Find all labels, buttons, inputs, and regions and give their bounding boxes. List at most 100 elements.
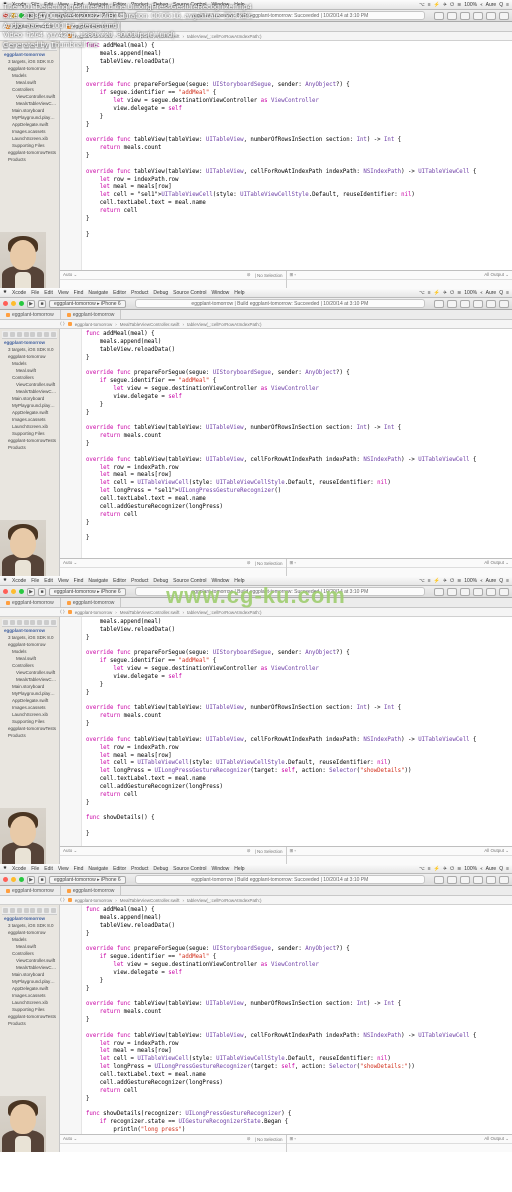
navigator-item[interactable]: 3 targets, iOS SDK 8.0 [2,346,57,353]
navigator-item[interactable]: eggplant-tomorrowTests [2,437,57,444]
navigator-item[interactable]: Controllers [2,374,57,381]
navigator-item[interactable]: AppDelegate.swift [2,409,57,416]
menu-item[interactable]: Navigate [88,290,108,296]
menubar-status-icon[interactable]: ⌥ [419,290,425,296]
menu-item[interactable]: View [58,866,69,872]
navigator-item[interactable]: eggplant-tomorrow [2,641,57,648]
navigator-item[interactable]: ViewController.swift [2,669,57,676]
navigator-item[interactable]: Images.xcassets [2,128,57,135]
navigator-item[interactable]: AppDelegate.swift [2,985,57,992]
menu-item[interactable]: Help [234,866,244,872]
editor-tab[interactable]: eggplant-tomorrow [0,310,61,319]
menu-item[interactable]: Editor [113,866,126,872]
menu-item[interactable]: Find [74,866,84,872]
editor-mode-version-icon[interactable] [460,12,470,20]
menu-item[interactable]: Editor [113,578,126,584]
variables-filter-icon[interactable]: ⊘ [247,1136,251,1142]
navigator-item[interactable]: Models [2,648,57,655]
code-editor[interactable]: func addMeal(meal) { meals.append(meal) … [60,329,512,558]
menubar-status-icon[interactable]: ⚡ [434,578,440,584]
menubar-status-icon[interactable]: ᚜ [480,290,483,296]
menubar-status-icon[interactable]: ⏻ [450,290,454,296]
navigator-item[interactable]: LaunchScreen.xib [2,135,57,142]
navigator-item[interactable]: Meal.swift [2,655,57,662]
stop-button[interactable]: ■ [38,588,46,596]
navigator-item[interactable]: Supporting Files [2,430,57,437]
menubar-status-icon[interactable]: ⚡ [434,2,440,8]
menubar-status-icon[interactable]: ᚜ [480,2,483,8]
editor-mode-standard-icon[interactable] [434,300,444,308]
window-zoom-icon[interactable] [19,301,24,306]
menubar-status-icon[interactable]: Aure [486,2,497,8]
navigator-item[interactable]: ViewController.swift [2,93,57,100]
navigator-item[interactable]: MealsTableViewControll... [2,964,57,971]
menubar-status-icon[interactable]: ≡ [428,2,431,8]
navigator-item[interactable]: Images.xcassets [2,416,57,423]
navigator-item[interactable]: Models [2,360,57,367]
menubar-status-icon[interactable]: ⌥ [419,2,425,8]
navigator-item[interactable]: eggplant-tomorrowTests [2,725,57,732]
menubar-status-icon[interactable]: ✈ [443,290,447,296]
menu-item[interactable]: Edit [44,866,53,872]
stop-button[interactable]: ■ [38,300,46,308]
console-output-selector[interactable]: All Output ⌄ [484,848,509,854]
menubar-status-icon[interactable]: Q [499,2,503,8]
menubar-status-icon[interactable]: ≡ [506,2,509,8]
window-zoom-icon[interactable] [19,589,24,594]
menu-item[interactable]: Help [234,290,244,296]
navigator-item[interactable]: AppDelegate.swift [2,121,57,128]
menubar-status-icon[interactable]: ≡ [428,578,431,584]
navigator-item[interactable]: eggplant-tomorrow [2,627,57,634]
toggle-utilities-icon[interactable] [499,12,509,20]
toggle-utilities-icon[interactable] [499,876,509,884]
navigator-item[interactable]: eggplant-tomorrow [2,929,57,936]
toggle-debug-icon[interactable] [486,588,496,596]
menu-item[interactable]: Debug [153,866,168,872]
menu-item[interactable]: Product [131,578,148,584]
menu-item[interactable]: Xcode [12,866,26,872]
navigator-item[interactable]: LaunchScreen.xib [2,999,57,1006]
menubar-status-icon[interactable]: ≡ [506,290,509,296]
editor-tab[interactable]: eggplant-tomorrow [0,886,61,895]
editor-tab[interactable]: eggplant-tomorrow [61,310,122,319]
menubar-status-icon[interactable]: ⌥ [419,866,425,872]
menubar-status-icon[interactable]: Q [499,578,503,584]
editor-mode-standard-icon[interactable] [434,588,444,596]
navigator-item[interactable]: ViewController.swift [2,957,57,964]
menubar-status-icon[interactable]: ≡ [428,866,431,872]
apple-menu-icon[interactable]: 🟊 [3,289,7,296]
menu-item[interactable]: Source Control [173,866,206,872]
navigator-item[interactable]: eggplant-tomorrow [2,915,57,922]
menubar-status-icon[interactable]: ≋ [457,2,461,8]
menubar-status-icon[interactable]: ᚜ [480,866,483,872]
toggle-navigator-icon[interactable] [473,876,483,884]
navigator-item[interactable]: Main.storyboard [2,971,57,978]
console-output-selector[interactable]: All Output ⌄ [484,1136,509,1142]
navigator-item[interactable]: 3 targets, iOS SDK 8.0 [2,58,57,65]
clear-console-icon[interactable]: ⊞ ▫ [290,1136,297,1142]
navigator-item[interactable]: eggplant-tomorrow [2,65,57,72]
navigator-tabs[interactable] [2,619,57,627]
window-close-icon[interactable] [3,877,8,882]
menubar-status-icon[interactable]: 100% [464,578,477,584]
navigator-item[interactable]: Controllers [2,950,57,957]
editor-mode-version-icon[interactable] [460,300,470,308]
menu-item[interactable]: File [31,290,39,296]
window-minimize-icon[interactable] [11,301,16,306]
menubar-status-icon[interactable]: ≋ [457,866,461,872]
run-button[interactable]: ▶ [27,876,35,884]
navigator-item[interactable]: MealsTableViewControll... [2,100,57,107]
navigator-item[interactable]: LaunchScreen.xib [2,711,57,718]
navigator-item[interactable]: Images.xcassets [2,704,57,711]
menubar-status-icon[interactable]: Aure [486,290,497,296]
window-close-icon[interactable] [3,301,8,306]
menu-item[interactable]: Find [74,578,84,584]
menu-item[interactable]: Find [74,290,84,296]
navigator-item[interactable]: MealsTableViewControll... [2,388,57,395]
menubar-status-icon[interactable]: ✈ [443,2,447,8]
menu-item[interactable]: Xcode [12,290,26,296]
toggle-debug-icon[interactable] [486,876,496,884]
menubar-status-icon[interactable]: ≡ [506,866,509,872]
editor-mode-assistant-icon[interactable] [447,588,457,596]
menubar-status-icon[interactable]: ≋ [457,290,461,296]
